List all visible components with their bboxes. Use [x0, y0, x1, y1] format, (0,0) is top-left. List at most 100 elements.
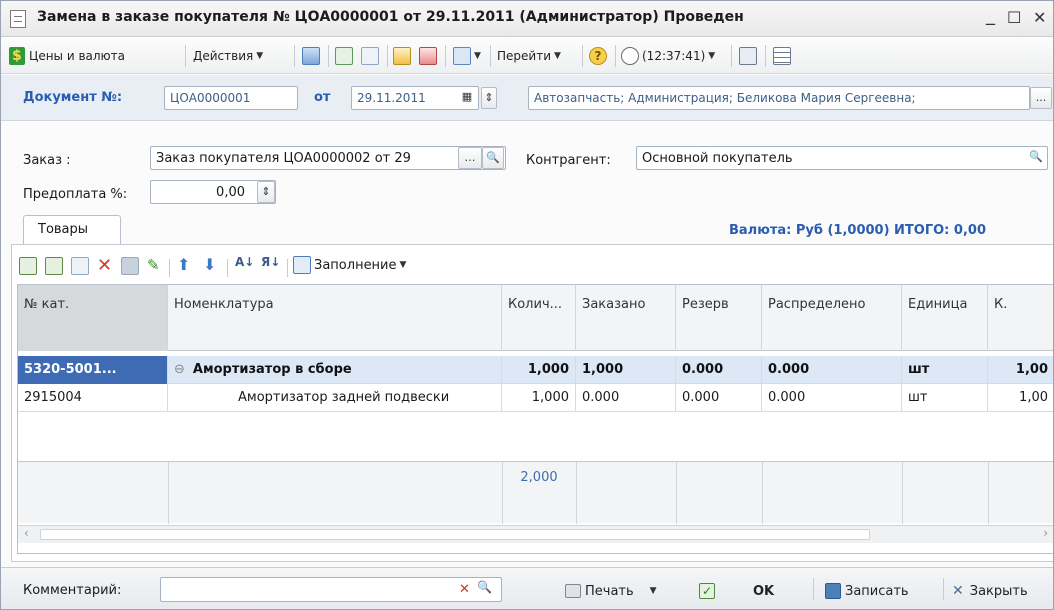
- post-move-button[interactable]: [302, 46, 320, 66]
- clear-icon[interactable]: ✕: [459, 582, 470, 597]
- table-row[interactable]: 2915004 Амортизатор задней подвески 1,00…: [18, 384, 1053, 412]
- minimize-button[interactable]: _: [986, 5, 995, 26]
- counterparty-field[interactable]: Основной покупатель: [636, 146, 1048, 170]
- calendar-icon[interactable]: ▦: [457, 87, 477, 109]
- save-label: Записать: [845, 583, 909, 599]
- ordered-cell[interactable]: 1,000: [576, 356, 676, 384]
- catalog-number-cell[interactable]: 5320-5001...: [18, 356, 168, 384]
- unit-cell[interactable]: шт: [902, 384, 988, 412]
- distributed-cell[interactable]: 0.000: [762, 384, 902, 412]
- reserve-cell[interactable]: 0.000: [676, 384, 762, 412]
- end-edit-icon[interactable]: [121, 257, 139, 275]
- column-header-nomenclature[interactable]: Номенклатура: [168, 285, 502, 351]
- toolbar-separator: [765, 45, 766, 67]
- column-header-quantity[interactable]: Колич...: [502, 285, 576, 351]
- actions-menu[interactable]: Действия ▼: [193, 46, 263, 66]
- ok-checkmark-button[interactable]: ✓: [699, 580, 715, 602]
- close-button[interactable]: ✕ Закрыть: [952, 580, 1028, 602]
- prices-currency-button[interactable]: $ Цены и валюта: [9, 46, 125, 66]
- sort-descending-icon[interactable]: Я↓: [261, 255, 280, 269]
- horizontal-scrollbar[interactable]: ‹ ›: [18, 525, 1053, 543]
- organization-select-button[interactable]: ...: [1030, 87, 1052, 109]
- ordered-cell[interactable]: 0.000: [576, 384, 676, 412]
- move-up-icon[interactable]: ⬆: [177, 255, 190, 274]
- add-row-icon[interactable]: [19, 257, 37, 275]
- distributed-cell[interactable]: 0.000: [762, 356, 902, 384]
- copy-button[interactable]: [361, 46, 379, 66]
- fill-menu[interactable]: Заполнение ▼: [293, 256, 406, 274]
- organization-info-field[interactable]: Автозапчасть; Администрация; Беликова Ма…: [528, 86, 1030, 110]
- document-window: Замена в заказе покупателя № ЦОА0000001 …: [0, 0, 1054, 610]
- nomenclature-cell[interactable]: Амортизатор задней подвески: [168, 384, 502, 412]
- column-header-catalog-number[interactable]: № кат.: [18, 285, 168, 351]
- structure-button[interactable]: [739, 46, 757, 66]
- tab-goods[interactable]: Товары: [23, 215, 121, 245]
- clock-icon: [621, 47, 639, 65]
- prepayment-spinner[interactable]: ⇕: [257, 181, 275, 203]
- search-icon[interactable]: 🔍: [477, 580, 492, 594]
- list-icon: [773, 47, 791, 65]
- k-cell[interactable]: 1,00: [988, 356, 1053, 384]
- catalog-number-cell[interactable]: 2915004: [18, 384, 168, 412]
- post-document-icon: [393, 47, 411, 65]
- toolbar-separator: [943, 578, 944, 600]
- toolbar-separator: [227, 259, 228, 277]
- list-view-button[interactable]: [773, 46, 791, 66]
- order-select-button[interactable]: …: [458, 147, 482, 169]
- ok-button[interactable]: OK: [753, 580, 774, 602]
- toolbar-separator: [387, 45, 388, 67]
- toolbar-separator: [328, 45, 329, 67]
- goto-menu[interactable]: Перейти ▼: [497, 46, 561, 66]
- sort-ascending-icon[interactable]: A↓: [235, 255, 254, 269]
- scrollbar-thumb[interactable]: [40, 529, 870, 540]
- time-menu[interactable]: (12:37:41) ▼: [621, 46, 715, 66]
- close-window-button[interactable]: ✕: [1033, 8, 1046, 27]
- reserve-cell[interactable]: 0.000: [676, 356, 762, 384]
- unpost-button[interactable]: [419, 46, 437, 66]
- quantity-cell[interactable]: 1,000: [502, 384, 576, 412]
- print-button[interactable]: Печать ▼: [565, 580, 657, 602]
- column-divider: [168, 462, 169, 524]
- maximize-button[interactable]: ☐: [1007, 8, 1021, 27]
- delete-row-icon[interactable]: ✕: [97, 255, 112, 276]
- collapse-toggle-icon[interactable]: ⊖: [174, 362, 185, 377]
- floppy-disk-icon: [825, 583, 841, 599]
- search-icon[interactable]: 🔍: [482, 147, 504, 169]
- column-header-reserve[interactable]: Резерв: [676, 285, 762, 351]
- create-based-on-menu[interactable]: ▼: [453, 46, 481, 66]
- column-header-k[interactable]: К.: [988, 285, 1053, 351]
- comment-field[interactable]: [160, 577, 502, 602]
- column-header-distributed[interactable]: Распределено: [762, 285, 902, 351]
- copy-row-icon[interactable]: [71, 257, 89, 275]
- prices-currency-label: Цены и валюта: [29, 49, 125, 63]
- k-cell[interactable]: 1,00: [988, 384, 1053, 412]
- table-row[interactable]: 5320-5001... ⊖ Амортизатор в сборе 1,000 …: [18, 356, 1053, 384]
- scroll-left-icon[interactable]: ‹: [24, 526, 29, 540]
- goto-label: Перейти: [497, 49, 551, 63]
- document-number-label: Документ №:: [23, 90, 123, 105]
- help-button[interactable]: ?: [589, 46, 607, 66]
- quantity-cell[interactable]: 1,000: [502, 356, 576, 384]
- add-group-icon[interactable]: [45, 257, 63, 275]
- date-spinner[interactable]: ⇕: [481, 87, 497, 109]
- edit-pencil-icon[interactable]: ✎: [147, 256, 160, 274]
- toolbar-separator: [185, 45, 186, 67]
- column-header-ordered[interactable]: Заказано: [576, 285, 676, 351]
- unit-cell[interactable]: шт: [902, 356, 988, 384]
- move-down-icon[interactable]: ⬇: [203, 255, 216, 274]
- document-icon: [10, 10, 26, 28]
- nomenclature-cell[interactable]: ⊖ Амортизатор в сборе: [168, 356, 502, 384]
- document-number-field[interactable]: ЦОА0000001: [164, 86, 298, 110]
- search-icon[interactable]: 🔍: [1026, 147, 1046, 169]
- order-field[interactable]: Заказ покупателя ЦОА0000002 от 29: [150, 146, 506, 170]
- currency-total-label: Валюта: Руб (1,0000) ИТОГО: 0,00: [729, 223, 986, 238]
- scroll-right-icon[interactable]: ›: [1043, 526, 1048, 540]
- post-button[interactable]: [393, 46, 411, 66]
- save-button[interactable]: Записать: [825, 580, 909, 602]
- column-header-unit[interactable]: Единица: [902, 285, 988, 351]
- refresh-button[interactable]: [335, 46, 353, 66]
- toolbar-separator: [731, 45, 732, 67]
- print-label: Печать: [585, 583, 634, 599]
- table-header: № кат. Номенклатура Колич... Заказано Ре…: [18, 285, 1053, 351]
- toolbar-separator: [287, 259, 288, 277]
